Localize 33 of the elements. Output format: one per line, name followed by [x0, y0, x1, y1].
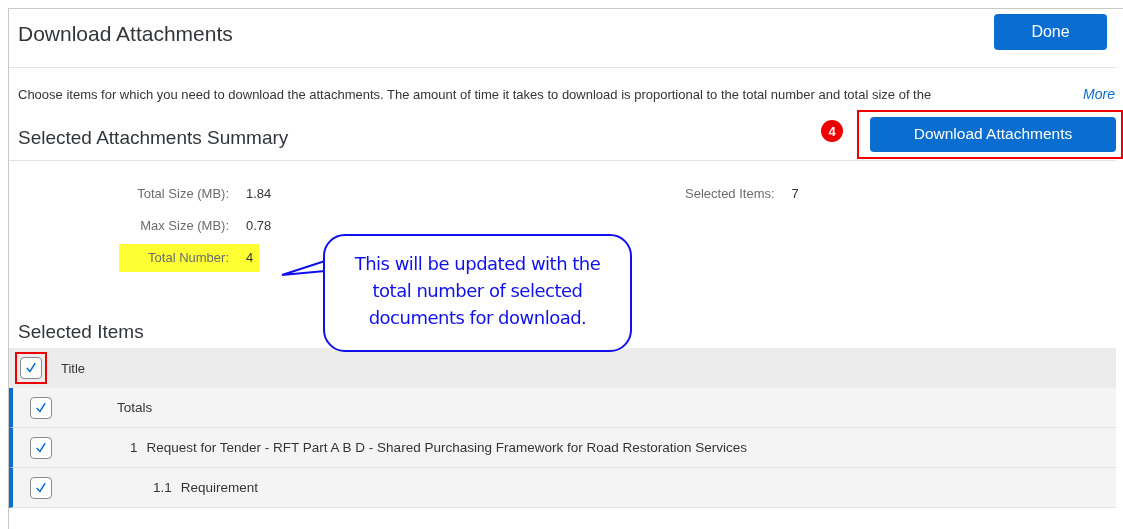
stat-label: Max Size (MB): — [139, 217, 230, 235]
callout: This will be updated with the total number of selected documents for download. — [323, 234, 632, 352]
section-title: Selected Items — [18, 321, 145, 344]
row-title: Totals — [117, 400, 153, 415]
done-button[interactable]: Done — [994, 14, 1107, 50]
stat-label: Total Number: — [119, 244, 236, 272]
stat-value: 1.84 — [245, 185, 273, 203]
stat-value: 7 — [790, 185, 800, 203]
checkmark-icon — [34, 400, 48, 415]
stat-label: Selected Items: — [684, 185, 776, 203]
row-number: 1.1 — [153, 480, 172, 495]
download-attachments-button[interactable]: Download Attachments — [870, 116, 1116, 152]
checkmark-icon — [24, 361, 38, 375]
description-text: Choose items for which you need to download the attachments. The amount of time it takes to download is proportional to the total number and total size of the — [18, 86, 932, 102]
step-badge: 4 — [821, 120, 843, 142]
page-title: Download Attachments — [18, 22, 233, 46]
checkmark-icon — [34, 440, 48, 455]
row-number: 1 — [130, 440, 138, 455]
checkbox[interactable] — [30, 436, 52, 459]
table-row[interactable]: 1 Request for Tender - RFT Part A B D - Shared Purchasing Framework for Road Restoration Services — [9, 428, 1116, 468]
checkbox[interactable] — [30, 476, 52, 499]
column-header: Title — [61, 360, 86, 376]
stat-value: 0.78 — [245, 217, 273, 235]
section-title: Selected Attachments Summary — [18, 127, 290, 149]
stat-value: 4 — [236, 244, 260, 272]
row-title: Requirement — [180, 480, 259, 495]
more-link[interactable]: More — [1083, 86, 1115, 102]
stat-label: Total Size (MB): — [136, 185, 230, 203]
table-row[interactable]: 1.1 Requirement — [9, 468, 1116, 508]
checkmark-icon — [34, 480, 48, 495]
row-title: Request for Tender - RFT Part A B D - Shared Purchasing Framework for Road Restoration Services — [146, 440, 748, 455]
checkbox[interactable] — [30, 396, 52, 419]
table-row[interactable]: Totals — [9, 388, 1116, 428]
